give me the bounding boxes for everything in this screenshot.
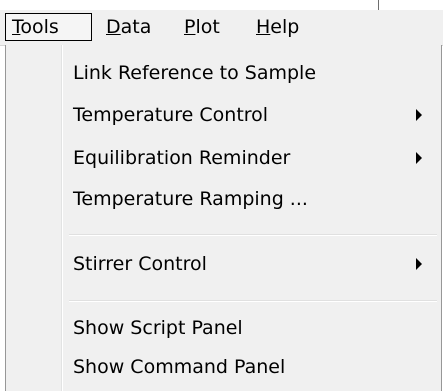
menu-item-temperature-control[interactable]: Temperature Control xyxy=(6,95,441,135)
menu-item-label: Show Command Panel xyxy=(73,356,286,378)
menu-item-label: Equilibration Reminder xyxy=(73,147,291,169)
menu-help[interactable]: Help xyxy=(250,13,305,41)
menu-data-mnemonic: D xyxy=(106,16,121,38)
menu-bar: Tools Data Plot Help xyxy=(0,10,443,46)
menu-separator xyxy=(69,234,437,236)
submenu-arrow-icon xyxy=(416,258,422,270)
tools-dropdown: Link Reference to Sample Temperature Con… xyxy=(5,45,442,391)
menu-help-mnemonic: H xyxy=(256,16,271,38)
menu-item-show-script-panel[interactable]: Show Script Panel xyxy=(6,308,441,348)
window-edge xyxy=(378,0,379,10)
menu-data[interactable]: Data xyxy=(100,13,157,41)
menu-separator xyxy=(69,300,437,302)
menu-item-stirrer-control[interactable]: Stirrer Control xyxy=(6,244,441,284)
app-window: Tools Data Plot Help Link Reference to S… xyxy=(0,0,443,391)
menu-data-rest: ata xyxy=(120,16,152,38)
menu-item-label: Show Script Panel xyxy=(73,317,243,339)
menu-item-label: Temperature Control xyxy=(73,104,269,126)
submenu-arrow-icon xyxy=(416,152,422,164)
menu-item-equilibration-reminder[interactable]: Equilibration Reminder xyxy=(6,138,441,178)
menu-item-temperature-ramping[interactable]: Temperature Ramping ... xyxy=(6,179,441,219)
menu-tools-rest: ools xyxy=(20,16,59,38)
menu-item-link-reference-to-sample[interactable]: Link Reference to Sample xyxy=(6,53,441,93)
menu-item-label: Stirrer Control xyxy=(73,253,207,275)
menu-item-label: Temperature Ramping ... xyxy=(73,188,308,210)
menu-plot-rest: lot xyxy=(195,16,220,38)
menu-tools[interactable]: Tools xyxy=(5,13,92,41)
menu-help-rest: elp xyxy=(270,16,300,38)
menu-plot-mnemonic: P xyxy=(184,16,196,38)
menu-item-show-command-panel[interactable]: Show Command Panel xyxy=(6,347,441,387)
submenu-arrow-icon xyxy=(416,109,422,121)
menu-plot[interactable]: Plot xyxy=(178,13,226,41)
menu-item-label: Link Reference to Sample xyxy=(73,62,317,84)
